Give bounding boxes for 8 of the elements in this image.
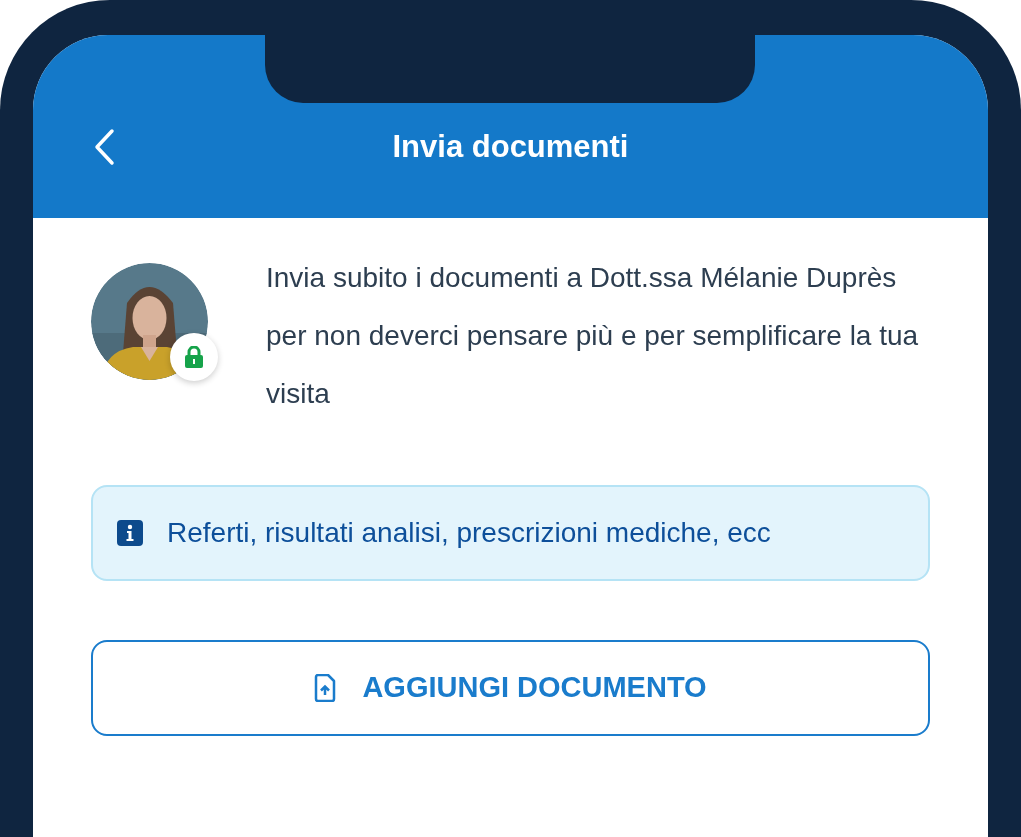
file-upload-icon (314, 674, 337, 702)
info-text: Referti, risultati analisi, prescrizioni mediche, ecc (167, 516, 771, 550)
lock-icon (184, 346, 204, 368)
add-document-button[interactable]: AGGIUNGI DOCUMENTO (91, 640, 930, 736)
intro-message: Invia subito i documenti a Dott.ssa Mélanie Duprès per non deverci pensare più e per semplificare la tua visita (266, 261, 920, 411)
info-icon (117, 520, 143, 546)
back-icon (93, 128, 115, 166)
screen-title: Invia documenti (391, 127, 630, 166)
